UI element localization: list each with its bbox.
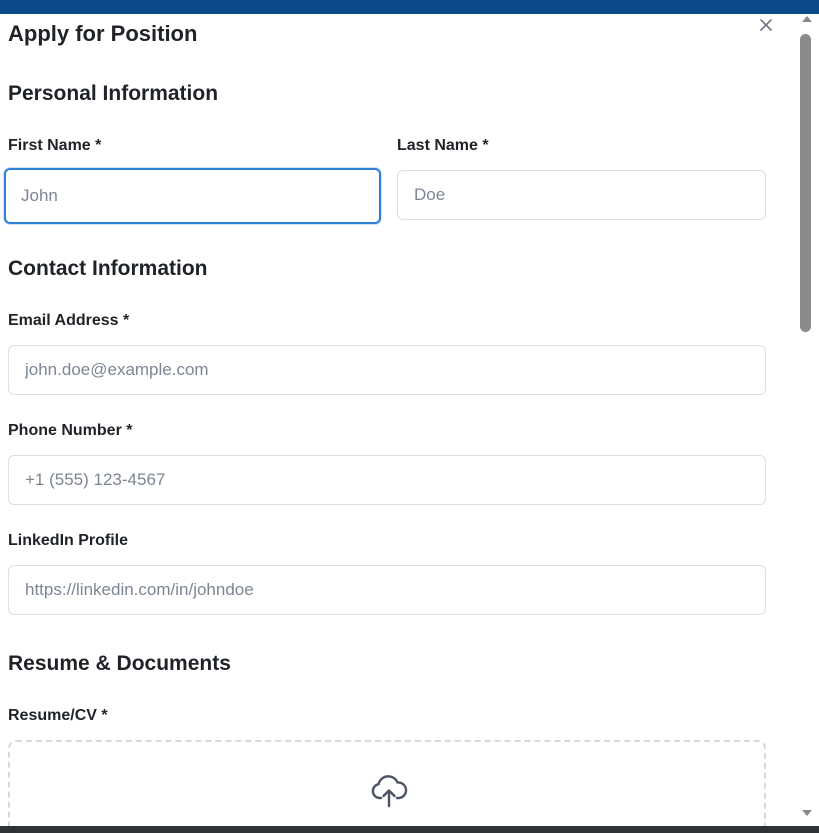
scrollbar-thumb[interactable] [800,34,811,332]
vertical-scrollbar[interactable] [796,14,819,826]
close-icon [760,19,772,31]
section-heading-contact: Contact Information [8,257,208,280]
first-name-input[interactable] [4,168,381,224]
last-name-input[interactable] [397,170,766,220]
last-name-label: Last Name * [397,137,489,154]
linkedin-label: LinkedIn Profile [8,532,129,549]
bottom-bar [0,826,819,833]
apply-modal: Apply for Position Personal Information … [0,14,796,826]
email-input[interactable] [8,345,766,395]
phone-input[interactable] [8,455,766,505]
scroll-up-arrow-icon[interactable] [800,14,814,24]
linkedin-input[interactable] [8,565,766,615]
resume-upload-dropzone[interactable] [8,740,766,826]
modal-title: Apply for Position [8,21,198,46]
scroll-down-arrow-icon[interactable] [800,808,814,818]
section-heading-documents: Resume & Documents [8,652,231,675]
first-name-label: First Name * [8,137,102,154]
resume-label: Resume/CV * [8,707,108,724]
close-button[interactable] [754,14,778,36]
top-header-bar [0,0,819,14]
section-heading-personal: Personal Information [8,82,219,105]
cloud-upload-icon [371,775,408,808]
phone-label: Phone Number * [8,422,133,439]
email-label: Email Address * [8,312,130,329]
